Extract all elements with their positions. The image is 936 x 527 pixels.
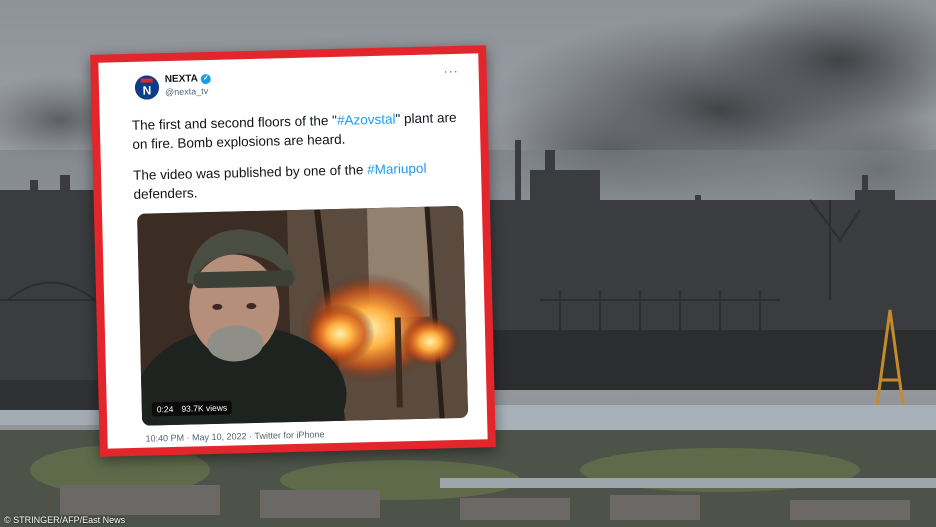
tweet-paragraph-2: The video was published by one of the #M… — [132, 160, 427, 202]
author-handle[interactable]: @nexta_tv — [165, 86, 208, 97]
video-duration-views: 0:24 93.7K views — [151, 400, 233, 417]
svg-text:N: N — [143, 83, 152, 97]
author-name[interactable]: NEXTA ✓ — [165, 73, 212, 85]
tweet-card: N NEXTA ✓ @nexta_tv ··· The first and se… — [98, 53, 488, 449]
tweet-body: The first and second floors of the "#Azo… — [132, 108, 464, 216]
tweet-paragraph-1: The first and second floors of the "#Azo… — [131, 109, 457, 152]
tweet-screenshot-frame: N NEXTA ✓ @nexta_tv ··· The first and se… — [90, 45, 496, 457]
nexta-avatar[interactable]: N — [134, 75, 160, 100]
video-thumbnail — [137, 205, 469, 426]
photo-credit: © STRINGER/AFP/East News — [4, 515, 126, 525]
verified-badge-icon: ✓ — [200, 73, 212, 84]
hashtag-mariupol[interactable]: #Mariupol — [367, 161, 427, 177]
nexta-logo-icon: N — [134, 75, 160, 100]
tweet-timestamp[interactable]: 10:40 PM · May 10, 2022 · Twitter for iP… — [145, 429, 324, 443]
hashtag-azovstal[interactable]: #Azovstal — [337, 111, 396, 127]
more-options-icon[interactable]: ··· — [443, 64, 458, 78]
video-player[interactable]: 0:24 93.7K views — [137, 205, 469, 426]
